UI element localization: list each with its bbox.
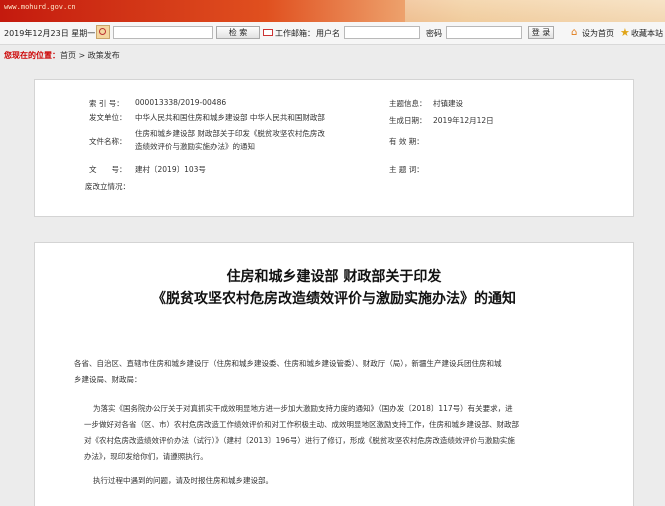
index-number: 000013338/2019-00486 (135, 98, 227, 107)
validity-label: 有 效 期： (389, 137, 424, 146)
issuer: 中华人民共和国住房和城乡建设部 中华人民共和国财政部 (135, 113, 325, 122)
banner-decoration (405, 0, 665, 22)
mail-label: 工作邮箱： (275, 29, 315, 38)
category-label: 主题信息： (389, 99, 427, 108)
login-button[interactable]: 登 录 (528, 26, 554, 39)
doc-number: 建村〔2019〕103号 (135, 165, 206, 174)
site-url: www.mohurd.gov.cn (4, 3, 76, 11)
favorite-icon: ★ (620, 26, 630, 39)
generated-date: 2019年12月12日 (433, 116, 494, 125)
index-number-label: 索 引 号： (89, 99, 124, 108)
search-input[interactable] (113, 26, 213, 39)
home-icon: ⌂ (571, 27, 578, 38)
top-toolbar: 2019年12月23日 星期一 检 索 工作邮箱： 用户名 密码 登 录 ⌂ 设… (0, 22, 665, 45)
breadcrumb-path[interactable]: 首页 > 政策发布 (60, 51, 120, 60)
article-title-line-2: 《脱贫攻坚农村危房改造绩效评价与激励实施办法》的通知 (152, 291, 516, 307)
filename-label: 文件名称： (89, 137, 127, 146)
doc-number-label: 文 号： (89, 165, 127, 174)
category: 村镇建设 (433, 99, 463, 108)
recipients-line-2: 乡建设局、财政局： (74, 375, 142, 384)
body-line-5: 执行过程中遇到的问题，请及时报住房和城乡建设部。 (93, 476, 273, 485)
header-banner: www.mohurd.gov.cn (0, 0, 665, 22)
password-label: 密码 (426, 29, 442, 38)
status-label: 废改立情况： (85, 182, 130, 191)
article-card: 住房和城乡建设部 财政部关于印发 《脱贫攻坚农村危房改造绩效评价与激励实施办法》… (34, 242, 634, 506)
set-homepage-link[interactable]: 设为首页 (582, 28, 614, 39)
document-info-card: 索 引 号： 000013338/2019-00486 发文单位： 中华人民共和… (34, 79, 634, 217)
mail-icon (263, 29, 273, 36)
username-label: 用户名 (316, 29, 340, 38)
filename-line-2: 造绩效评价与激励实施办法》的通知 (135, 142, 255, 151)
date-label: 生成日期： (389, 116, 427, 125)
body-line-3: 对《农村危房改造绩效评价办法（试行）》（建村〔2013〕196号）进行了修订，形… (84, 436, 515, 445)
recipients-line-1: 各省、自治区、直辖市住房和城乡建设厅（住房和城乡建设委、住房和城乡建设管委）、财… (74, 359, 502, 368)
article-title-line-1: 住房和城乡建设部 财政部关于印发 (226, 269, 442, 285)
password-field[interactable] (446, 26, 522, 39)
breadcrumb: 您现在的位置：首页 > 政策发布 (4, 50, 120, 61)
body-line-2: 一步做好对各省（区、市）农村危房改造工作绩效评价和对工作积极主动、成效明显地区激… (84, 420, 519, 429)
issuer-label: 发文单位： (89, 113, 127, 122)
add-favorite-link[interactable]: 收藏本站 (631, 28, 663, 39)
search-icon (96, 25, 110, 39)
body-line-4: 办法》，现印发给你们，请遵照执行。 (84, 452, 208, 461)
current-date: 2019年12月23日 星期一 (4, 29, 96, 38)
search-button[interactable]: 检 索 (216, 26, 260, 39)
keywords-label: 主 题 词： (389, 165, 424, 174)
breadcrumb-label: 您现在的位置： (4, 51, 60, 60)
filename-line-1: 住房和城乡建设部 财政部关于印发《脱贫攻坚农村危房改 (135, 129, 325, 138)
body-line-1: 为落实《国务院办公厅关于对真抓实干成效明显地方进一步加大激励支持力度的通知》（国… (93, 404, 513, 413)
username-field[interactable] (344, 26, 420, 39)
